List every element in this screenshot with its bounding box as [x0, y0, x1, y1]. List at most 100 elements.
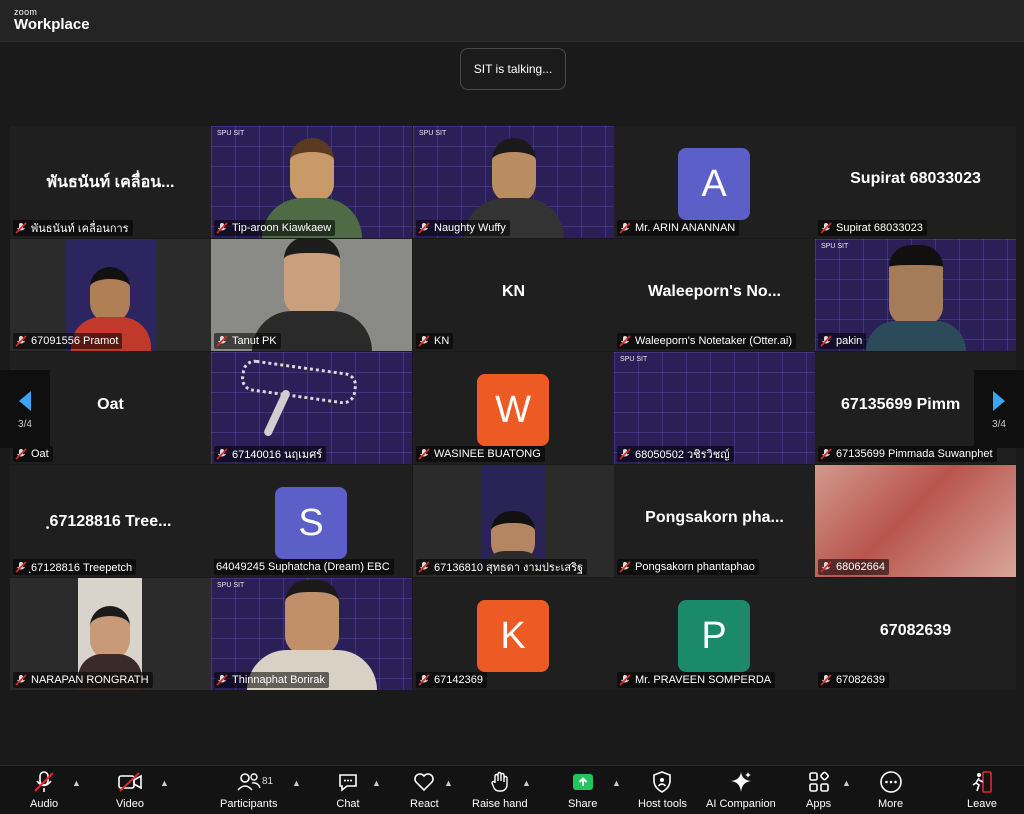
participant-tile[interactable]: SPU SIT Thinnaphat Borirak — [211, 578, 412, 690]
participant-name-tag: 67091556 Pramot — [13, 333, 123, 349]
participant-tile[interactable]: NARAPAN RONGRATH — [10, 578, 211, 690]
video-button[interactable]: Video — [116, 770, 144, 812]
mic-muted-icon — [820, 561, 832, 573]
raise-hand-button[interactable]: Raise hand — [472, 770, 528, 812]
participant-name: Mr. ARIN ANANNAN — [635, 222, 736, 234]
audio-button[interactable]: Audio — [30, 770, 58, 812]
arrow-right-icon — [993, 390, 1005, 411]
video-label: Video — [116, 798, 144, 810]
share-button[interactable]: Share — [568, 770, 597, 812]
participant-tile[interactable]: Pongsakorn pha... Pongsakorn phantaphao — [614, 465, 815, 577]
participant-name: pakin — [836, 335, 863, 347]
participant-name-tag: Waleeporn's Notetaker (Otter.ai) — [617, 333, 796, 349]
mic-muted-icon — [619, 674, 631, 686]
participant-display-name: ฺ67128816 Tree... — [49, 513, 172, 530]
react-button[interactable]: React — [410, 770, 439, 812]
apps-options-chevron-icon[interactable]: ▲ — [842, 778, 851, 788]
meeting-toolbar: Audio ▲ Video ▲ Participants 81 ▲ Chat ▲… — [0, 765, 1024, 814]
participant-name-tag: Naughty Wuffy — [416, 220, 510, 236]
participant-tile[interactable]: SPU SIT pakin — [815, 239, 1016, 351]
participant-tile[interactable]: SPU SIT Tip-aroon Kiawkaew — [211, 126, 412, 238]
mic-muted-icon — [418, 335, 430, 347]
video-options-chevron-icon[interactable]: ▲ — [160, 778, 169, 788]
participant-name: WASINEE BUATONG — [434, 448, 541, 460]
leave-label: Leave — [967, 798, 997, 810]
mic-muted-icon — [15, 222, 27, 234]
participant-video — [865, 245, 966, 351]
participant-tile[interactable]: 68062664 — [815, 465, 1016, 577]
host-tools-button[interactable]: Host tools — [638, 770, 687, 812]
participant-name: Tanut PK — [232, 335, 277, 347]
page-indicator: 3/4 — [18, 418, 32, 430]
apps-button[interactable]: Apps — [806, 770, 831, 812]
mic-muted-icon — [418, 674, 430, 686]
more-button[interactable]: More — [878, 770, 903, 812]
participant-name: Supirat 68033023 — [836, 222, 923, 234]
participant-tile[interactable]: Supirat 68033023 Supirat 68033023 — [815, 126, 1016, 238]
react-options-chevron-icon[interactable]: ▲ — [444, 778, 453, 788]
participant-tile[interactable]: A Mr. ARIN ANANNAN — [614, 126, 815, 238]
participant-display-name: 67082639 — [879, 622, 952, 639]
leave-button[interactable]: Leave — [967, 770, 997, 812]
participant-name: Waleeporn's Notetaker (Otter.ai) — [635, 335, 792, 347]
participant-name: NARAPAN RONGRATH — [31, 674, 149, 686]
participant-name-tag: Supirat 68033023 — [818, 220, 927, 236]
participants-options-chevron-icon[interactable]: ▲ — [292, 778, 301, 788]
mic-muted-icon — [820, 674, 832, 686]
participant-tile[interactable]: S 64049245 Suphatcha (Dream) EBC — [211, 465, 412, 577]
ai-companion-button[interactable]: AI Companion — [706, 770, 776, 812]
participant-tile[interactable]: พันธนันท์ เคลื่อน... พันธนันท์ เคลื่อนกา… — [10, 126, 211, 238]
participant-tile[interactable]: ฺ67128816 Tree... ฺ67128816 Treepetch — [10, 465, 211, 577]
mic-muted-icon — [820, 335, 832, 347]
raise-hand-options-chevron-icon[interactable]: ▲ — [522, 778, 531, 788]
participant-tile[interactable]: W WASINEE BUATONG — [413, 352, 614, 464]
participant-tile[interactable]: Waleeporn's No... Waleeporn's Notetaker … — [614, 239, 815, 351]
participant-name-tag: ฺ67128816 Treepetch — [13, 559, 137, 575]
logo-strip: SPU SIT — [217, 130, 245, 137]
mic-muted-icon — [34, 771, 54, 792]
mic-muted-icon — [619, 561, 631, 573]
participant-name: Oat — [31, 448, 49, 460]
participant-tile[interactable]: SPU SIT Naughty Wuffy — [413, 126, 614, 238]
participant-name: 68050502 วชิรวิชญ์ — [635, 449, 730, 461]
participant-name: พันธนันท์ เคลื่อนการ — [31, 223, 129, 235]
video-off-icon — [118, 772, 142, 792]
participant-tile[interactable]: KN KN — [413, 239, 614, 351]
participant-tile[interactable]: K 67142369 — [413, 578, 614, 690]
previous-page-button[interactable]: 3/4 — [0, 370, 50, 448]
participant-tile[interactable]: P Mr. PRAVEEN SOMPERDA — [614, 578, 815, 690]
share-options-chevron-icon[interactable]: ▲ — [612, 778, 621, 788]
mic-muted-icon — [820, 222, 832, 234]
participant-tile[interactable]: 67136810 สุทธดา งามประเสริฐ — [413, 465, 614, 577]
participant-name: 67142369 — [434, 674, 483, 686]
mic-muted-icon — [216, 448, 228, 460]
audio-options-chevron-icon[interactable]: ▲ — [72, 778, 81, 788]
participant-tile[interactable]: SPU SIT 68050502 วชิรวิชญ์ — [614, 352, 815, 464]
participant-name-tag: 67142369 — [416, 672, 487, 688]
logo-strip: SPU SIT — [419, 130, 447, 137]
object-shape — [262, 388, 292, 438]
chat-options-chevron-icon[interactable]: ▲ — [372, 778, 381, 788]
participant-name: KN — [434, 335, 450, 347]
logo-strip: SPU SIT — [821, 243, 849, 250]
participant-tile[interactable]: 67082639 67082639 — [815, 578, 1016, 690]
participant-tile[interactable]: Tanut PK — [211, 239, 412, 351]
more-icon — [879, 771, 902, 793]
mic-muted-icon — [216, 222, 228, 234]
participant-name: 67091556 Pramot — [31, 335, 119, 347]
next-page-button[interactable]: 3/4 — [974, 370, 1024, 448]
participant-name-tag: Tanut PK — [214, 333, 281, 349]
participant-avatar: P — [678, 600, 750, 672]
mic-muted-icon — [216, 335, 228, 347]
brand-name: Workplace — [14, 16, 90, 33]
participant-name: Pongsakorn phantaphao — [635, 561, 755, 573]
chat-button[interactable]: Chat — [336, 770, 360, 812]
participant-name-tag: NARAPAN RONGRATH — [13, 672, 153, 688]
participant-name-tag: Oat — [13, 446, 53, 462]
participant-tile[interactable]: 67140016 นฤเมศร์ — [211, 352, 412, 464]
mic-muted-icon — [418, 222, 430, 234]
active-speaker-indicator: SIT is talking... — [460, 48, 566, 90]
participant-tile[interactable]: 67091556 Pramot — [10, 239, 211, 351]
participant-avatar: A — [678, 148, 750, 220]
participant-video — [239, 358, 359, 406]
